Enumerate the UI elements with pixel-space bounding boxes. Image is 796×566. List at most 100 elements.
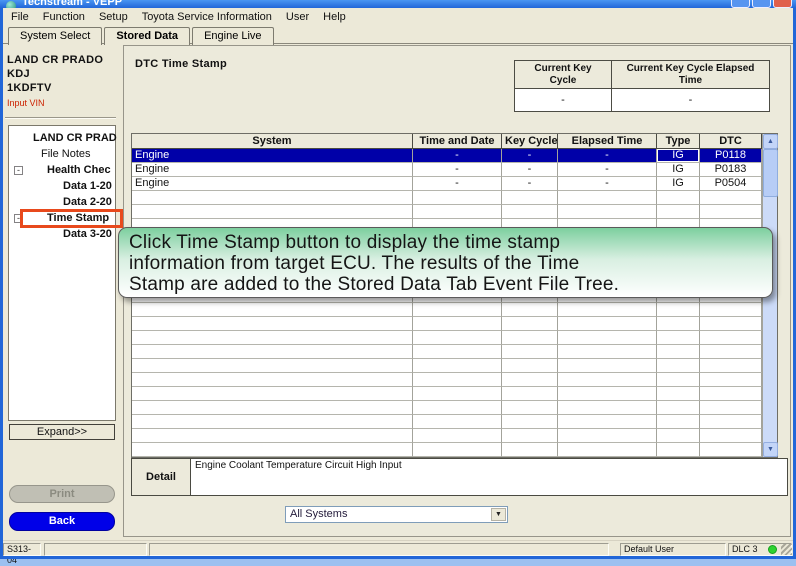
menu-bar: File Function Setup Toyota Service Informat…: [3, 9, 793, 25]
cell-empty: [700, 191, 762, 205]
cell-empty: [502, 373, 558, 387]
dtc-row-p0504[interactable]: Engine - - - IG P0504: [132, 177, 777, 191]
cell-empty: [558, 191, 657, 205]
cell-empty: [502, 331, 558, 345]
column-header-dtc[interactable]: DTC: [700, 134, 762, 149]
cell-empty: [657, 317, 700, 331]
cell-empty: [558, 331, 657, 345]
column-header-elapsed_time[interactable]: Elapsed Time: [558, 134, 657, 149]
tooltip-line: Stamp are added to the Stored Data Tab E…: [129, 274, 620, 295]
connection-status-icon: [768, 545, 777, 554]
tree-item-land-cr-prad[interactable]: LAND CR PRAD: [9, 131, 117, 147]
cell-empty: [558, 373, 657, 387]
vehicle-line-2: KDJ: [7, 68, 30, 80]
expand-button[interactable]: Expand>>: [9, 424, 115, 440]
back-button[interactable]: Back: [9, 512, 115, 531]
resize-grip[interactable]: [781, 544, 792, 555]
vehicle-info: LAND CR PRADO KDJ 1KDFTV: [7, 53, 103, 95]
menu-item-help[interactable]: Help: [323, 11, 346, 23]
system-filter-dropdown[interactable]: All Systems ▼: [285, 506, 508, 523]
cell-empty: [132, 359, 413, 373]
cell-empty: [700, 443, 762, 457]
cell-time_and_date: -: [413, 163, 502, 177]
key-cycle-header: Current Key Cycle: [515, 61, 612, 89]
cell-empty: [502, 205, 558, 219]
tree-item-data-3-20[interactable]: Data 3-20: [9, 227, 115, 243]
scroll-up-icon[interactable]: ▲: [763, 134, 778, 149]
tree-item-data-1-20[interactable]: Data 1-20: [9, 179, 115, 195]
cell-empty: [657, 443, 700, 457]
cell-empty: [558, 401, 657, 415]
dtc-empty-row: [132, 415, 777, 429]
cell-type: IG: [657, 163, 700, 177]
close-button[interactable]: [773, 0, 792, 8]
cell-empty: [502, 429, 558, 443]
cell-empty: [657, 401, 700, 415]
cell-empty: [700, 429, 762, 443]
cell-empty: [558, 387, 657, 401]
cell-empty: [657, 331, 700, 345]
cell-empty: [413, 401, 502, 415]
cell-empty: [558, 205, 657, 219]
cell-empty: [132, 331, 413, 345]
scroll-thumb[interactable]: [763, 149, 778, 197]
cell-elapsed_time: -: [558, 163, 657, 177]
cell-empty: [413, 317, 502, 331]
column-header-type[interactable]: Type: [657, 134, 700, 149]
status-user: Default User: [620, 543, 726, 556]
cell-empty: [502, 359, 558, 373]
page-title: DTC Time Stamp: [135, 58, 228, 70]
tab-system-select[interactable]: System Select: [8, 27, 103, 45]
cell-empty: [413, 303, 502, 317]
key-cycle-value: -: [515, 89, 612, 111]
cell-system: Engine: [132, 163, 413, 177]
menu-item-file[interactable]: File: [11, 11, 29, 23]
cell-empty: [657, 345, 700, 359]
column-header-key_cycle[interactable]: Key Cycle: [502, 134, 558, 149]
menu-item-user[interactable]: User: [286, 11, 309, 23]
tooltip-line: Click Time Stamp button to display the t…: [129, 232, 561, 253]
cell-empty: [657, 191, 700, 205]
scroll-down-icon[interactable]: ▼: [763, 442, 778, 457]
column-header-time_and_date[interactable]: Time and Date: [413, 134, 502, 149]
tree-item-label: Data 1-20: [63, 180, 112, 192]
maximize-button[interactable]: [752, 0, 771, 8]
dtc-row-p0183[interactable]: Engine - - - IG P0183: [132, 163, 777, 177]
collapse-icon[interactable]: -: [14, 166, 23, 175]
cell-empty: [132, 429, 413, 443]
cell-empty: [413, 331, 502, 345]
dtc-empty-row: [132, 443, 777, 457]
cell-empty: [657, 373, 700, 387]
dtc-empty-row: [132, 303, 777, 317]
tree-item-label: Data 2-20: [63, 196, 112, 208]
dtc-empty-row: [132, 191, 777, 205]
menu-item-toyota-service-information[interactable]: Toyota Service Information: [142, 11, 272, 23]
cell-empty: [502, 401, 558, 415]
cell-empty: [502, 443, 558, 457]
cell-empty: [558, 443, 657, 457]
tree-item-health-chec[interactable]: - Health Chec: [9, 163, 115, 179]
cell-key_cycle: -: [502, 163, 558, 177]
cell-empty: [657, 429, 700, 443]
tab-stored-data[interactable]: Stored Data: [104, 27, 191, 45]
cell-empty: [700, 401, 762, 415]
dtc-row-p0118[interactable]: Engine - - - IG P0118: [132, 149, 777, 163]
menu-item-setup[interactable]: Setup: [99, 11, 128, 23]
cell-empty: [700, 317, 762, 331]
menu-item-function[interactable]: Function: [43, 11, 85, 23]
cell-time_and_date: -: [413, 149, 502, 163]
dropdown-arrow-icon[interactable]: ▼: [491, 508, 506, 521]
dtc-empty-row: [132, 331, 777, 345]
tree-item-file-notes[interactable]: File Notes: [9, 147, 115, 163]
tree-item-time-stamp[interactable]: - Time Stamp: [9, 209, 123, 228]
minimize-button[interactable]: [731, 0, 750, 8]
cell-empty: [413, 191, 502, 205]
dtc-empty-row: [132, 429, 777, 443]
tab-engine-live[interactable]: Engine Live: [192, 27, 274, 45]
application-window: Techstream - VEPP File Function Setup Toyot…: [0, 0, 796, 565]
cell-empty: [502, 387, 558, 401]
print-button[interactable]: Print: [9, 485, 115, 503]
dtc-empty-row: [132, 373, 777, 387]
column-header-system[interactable]: System: [132, 134, 413, 149]
vehicle-line-1: LAND CR PRADO: [7, 54, 104, 66]
